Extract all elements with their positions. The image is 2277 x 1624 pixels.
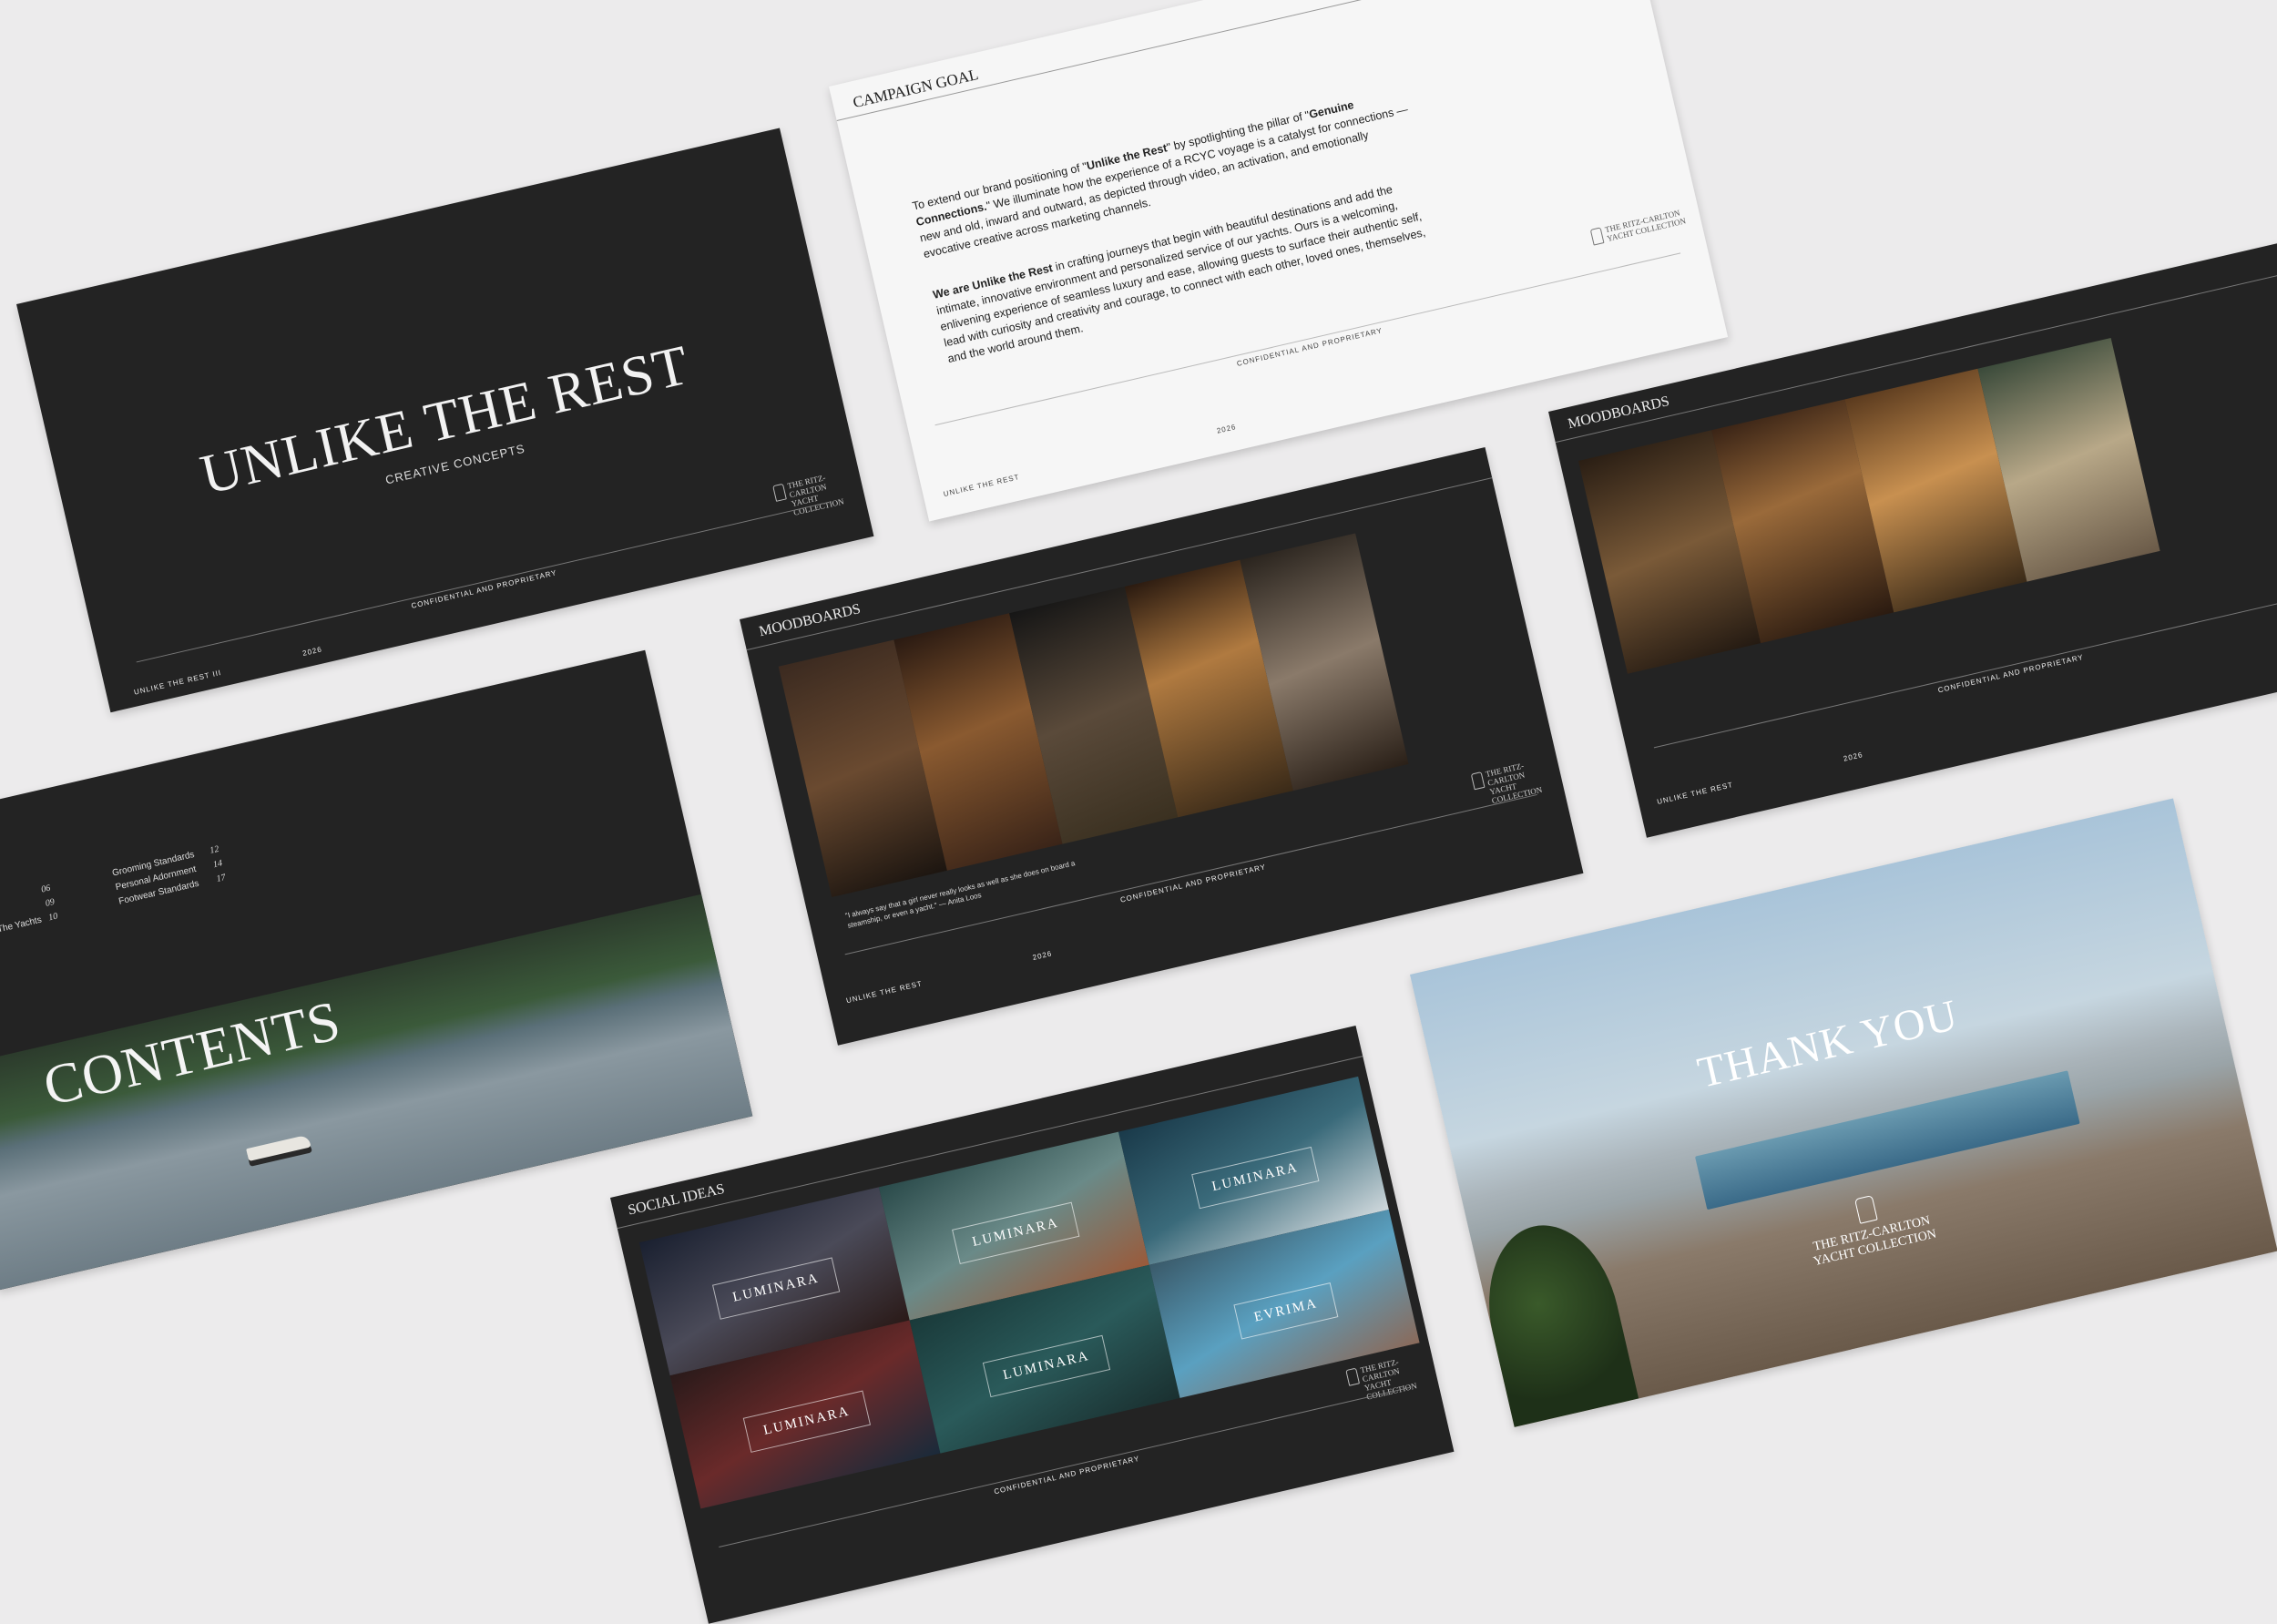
footer-year: 2026 xyxy=(1216,423,1238,435)
footer-left: UNLIKE THE REST xyxy=(942,473,1021,499)
footer-year: 2026 xyxy=(301,645,323,659)
footer-rule xyxy=(136,501,829,663)
contents-left-list: s06 09 d The Yachts10 xyxy=(0,881,59,939)
header-rule xyxy=(836,0,1636,122)
thank-you-heading: THANK YOU xyxy=(1693,990,1963,1098)
footer-left: UNLIKE THE REST III xyxy=(133,668,222,697)
footer-year: 2026 xyxy=(1031,949,1054,963)
brand-logo: THE RITZ-CARLTONYACHT COLLECTION xyxy=(1589,208,1687,246)
crest-icon xyxy=(772,483,787,502)
contents-right-list: Grooming Standards 12 Personal Adornment1… xyxy=(111,843,228,910)
footer-left: UNLIKE THE REST xyxy=(845,979,924,1006)
yacht-shape xyxy=(246,1134,311,1162)
campaign-heading: CAMPAIGN GOAL xyxy=(851,66,980,112)
slide-title-heading: UNLIKE THE REST xyxy=(195,333,696,507)
crest-icon xyxy=(1853,1195,1878,1224)
crest-icon xyxy=(1589,227,1605,246)
slide-thank-you: THANK YOU THE RITZ-CARLTON YACHT COLLECT… xyxy=(1410,798,2277,1427)
crest-icon xyxy=(1470,771,1486,791)
footer-left: UNLIKE THE REST xyxy=(1656,780,1734,806)
footer-year: 2026 xyxy=(1843,751,1864,763)
crest-icon xyxy=(1345,1367,1361,1386)
